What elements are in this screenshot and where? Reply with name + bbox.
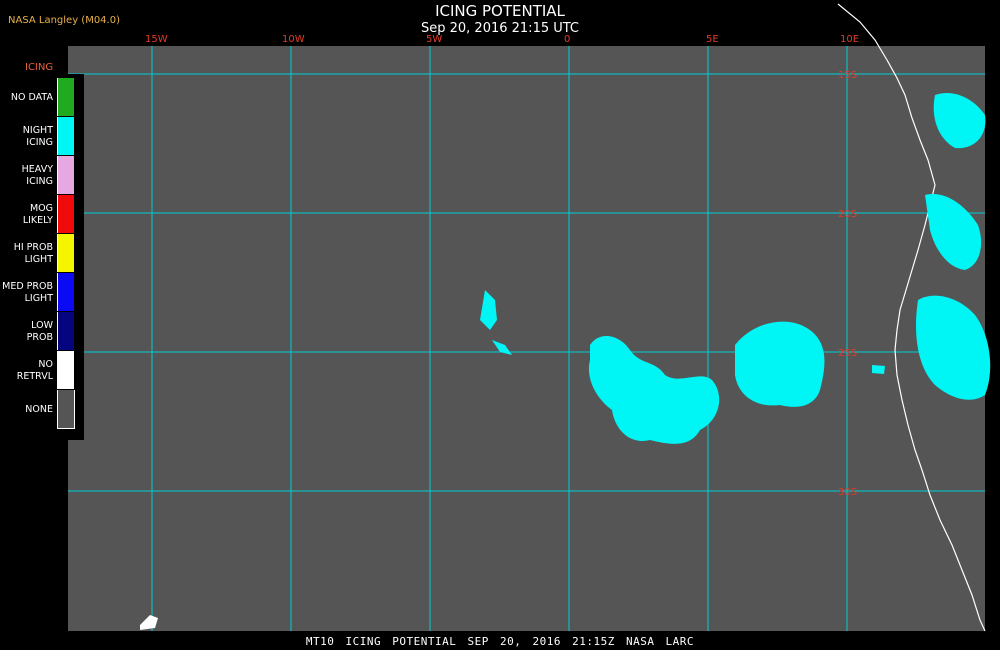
legend-label: NO RETRVL — [16, 358, 53, 382]
legend-swatch — [57, 156, 74, 194]
legend-label: MED PROB LIGHT — [2, 280, 53, 304]
icing-cluster-streak — [480, 290, 512, 355]
legend-label: NONE — [25, 403, 53, 415]
legend: NO DATA NIGHT ICING HEAVY ICING MOG LIKE… — [0, 74, 84, 440]
legend-label: MOG LIKELY — [22, 202, 53, 226]
legend-swatch — [57, 195, 74, 233]
icing-cluster-north — [925, 194, 982, 270]
lat-label-20s: 20S — [838, 209, 857, 220]
icing-cluster-northeast — [933, 92, 986, 149]
legend-item-heavy-icing: HEAVY ICING — [0, 156, 84, 195]
land-patch-southwest — [140, 615, 158, 630]
legend-item-low-prob: LOW PROB — [0, 312, 84, 351]
legend-swatch — [57, 351, 74, 389]
icing-cluster-east — [735, 321, 825, 407]
lat-label-15s: 15S — [838, 70, 857, 81]
legend-item-none: NONE — [0, 390, 84, 429]
legend-item-mog-likely: MOG LIKELY — [0, 195, 84, 234]
graticule — [68, 46, 985, 631]
icing-cluster-coast — [915, 295, 991, 400]
legend-swatch — [57, 117, 74, 155]
legend-item-no-data: NO DATA — [0, 78, 84, 117]
legend-swatch — [57, 273, 74, 311]
legend-item-hi-prob-light: HI PROB LIGHT — [0, 234, 84, 273]
legend-item-no-retrvl: NO RETRVL — [0, 351, 84, 390]
legend-label: LOW PROB — [26, 319, 53, 343]
legend-item-med-prob-light: MED PROB LIGHT — [0, 273, 84, 312]
legend-swatch — [57, 390, 75, 429]
icing-cluster-small — [872, 365, 885, 374]
legend-swatch — [57, 312, 74, 350]
legend-label: HI PROB LIGHT — [13, 241, 53, 265]
lat-label-30s: 30S — [838, 487, 857, 498]
lat-label-25s: 25S — [838, 348, 857, 359]
legend-item-night-icing: NIGHT ICING — [0, 117, 84, 156]
legend-label: NIGHT ICING — [22, 124, 53, 148]
legend-swatch — [57, 234, 74, 272]
footer-caption: MT10 ICING POTENTIAL SEP 20, 2016 21:15Z… — [305, 635, 695, 648]
night-icing-clusters — [480, 92, 991, 444]
legend-label: NO DATA — [10, 91, 53, 103]
map-overlay: 15S 20S 25S 30S — [68, 3, 991, 632]
legend-title: ICING — [25, 62, 54, 73]
legend-label: HEAVY ICING — [21, 163, 53, 187]
legend-swatch — [57, 78, 74, 116]
